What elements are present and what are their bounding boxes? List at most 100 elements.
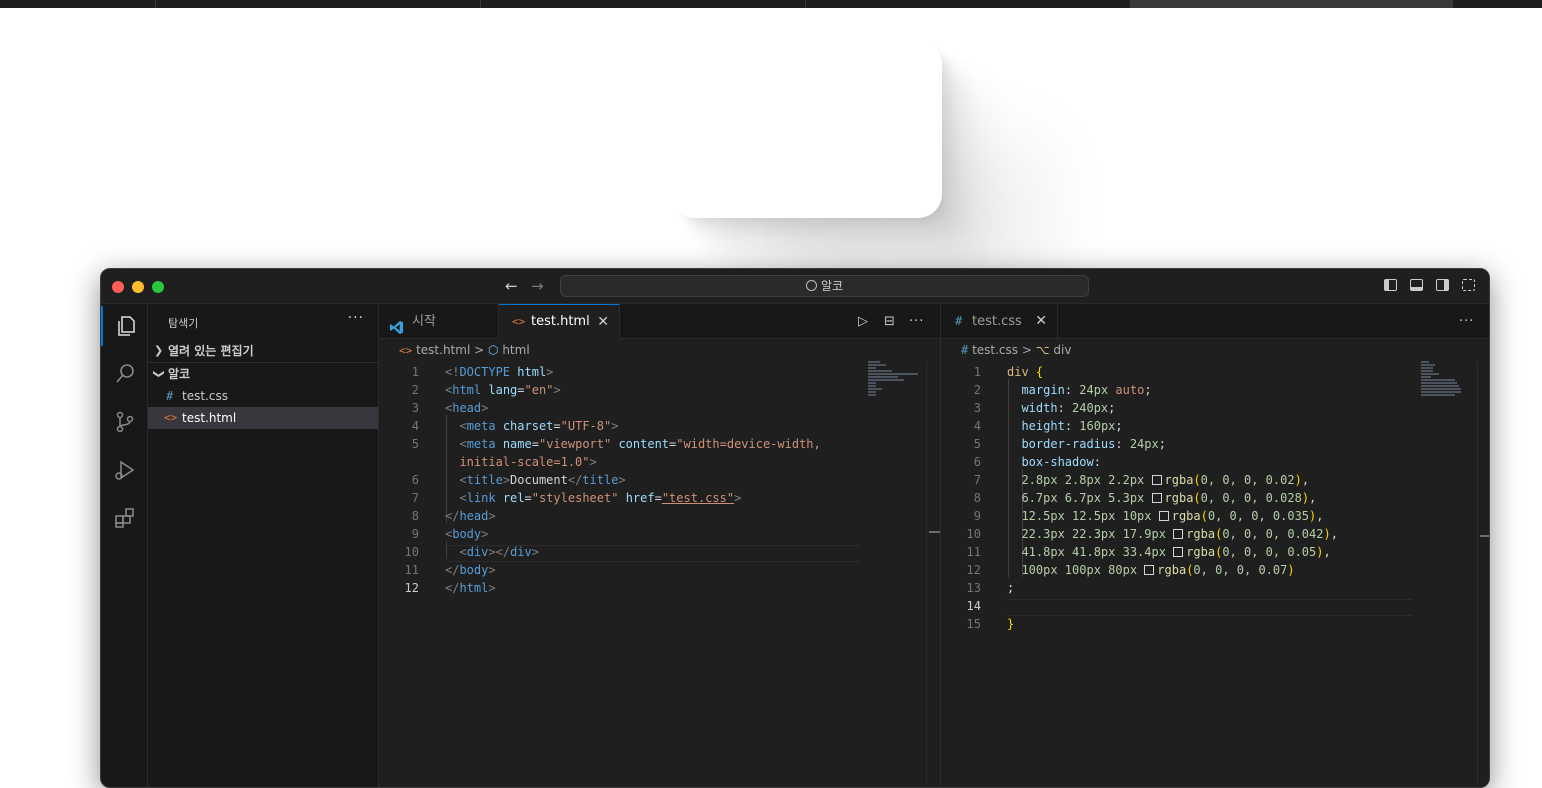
code-token: ,: [1323, 545, 1331, 559]
line-number: 7: [973, 473, 981, 487]
folder-section[interactable]: ❯ 알코: [148, 363, 378, 385]
maximize-window-button[interactable]: [152, 281, 164, 293]
command-center-label: 알코: [820, 279, 844, 293]
browser-tab-active[interactable]: [1130, 0, 1453, 8]
toggle-primary-sidebar-icon[interactable]: [1384, 279, 1397, 291]
run-icon[interactable]: ▷: [858, 304, 868, 339]
back-arrow-icon[interactable]: ←: [505, 277, 518, 295]
browser-tab-strip: [0, 0, 1542, 8]
code-token: >: [611, 419, 619, 433]
code-line[interactable]: initial-scale=1.0">: [445, 455, 596, 469]
code-token: 0, 0, 0, 0.035: [1207, 509, 1310, 523]
code-line[interactable]: <meta name="viewport" content="width=dev…: [445, 437, 820, 451]
code-token: 24px: [1079, 383, 1109, 397]
extensions-icon[interactable]: [101, 498, 148, 538]
code-line[interactable]: </html>: [445, 581, 496, 595]
code-line[interactable]: margin: 24px auto;: [1007, 383, 1151, 397]
code-token: >: [488, 581, 496, 595]
color-swatch-icon[interactable]: [1173, 529, 1184, 539]
code-line[interactable]: </head>: [445, 509, 496, 523]
code-line[interactable]: <meta charset="UTF-8">: [445, 419, 618, 433]
chevron-down-icon: ❯: [152, 369, 166, 379]
code-line[interactable]: height: 160px;: [1007, 419, 1122, 433]
code-line[interactable]: 22.3px 22.3px 17.9px rgba(0, 0, 0, 0.042…: [1007, 527, 1338, 541]
minimap[interactable]: [868, 361, 918, 397]
breadcrumb-symbol[interactable]: div: [1053, 343, 1071, 357]
code-line[interactable]: <head>: [445, 401, 488, 415]
breadcrumb-separator: >: [1021, 343, 1032, 357]
code-line[interactable]: div {: [1007, 365, 1043, 379]
code-line[interactable]: 12.5px 12.5px 10px rgba(0, 0, 0, 0.035),: [1007, 509, 1323, 523]
scroll-marker: [1480, 535, 1489, 537]
code-line[interactable]: 41.8px 41.8px 33.4px rgba(0, 0, 0, 0.05)…: [1007, 545, 1331, 559]
code-line[interactable]: <title>Document</title>: [445, 473, 625, 487]
run-debug-icon[interactable]: [101, 450, 148, 490]
customize-layout-icon[interactable]: [1462, 279, 1475, 291]
code-line[interactable]: 2.8px 2.8px 2.2px rgba(0, 0, 0, 0.02),: [1007, 473, 1309, 487]
toggle-secondary-sidebar-icon[interactable]: [1436, 279, 1449, 291]
color-swatch-icon[interactable]: [1158, 511, 1169, 521]
file-item-test-css[interactable]: # test.css: [148, 385, 378, 407]
css-file-icon: #: [955, 314, 963, 328]
split-editor-icon[interactable]: ⊟: [884, 304, 895, 339]
more-actions-icon[interactable]: ···: [909, 304, 924, 339]
code-line[interactable]: <body>: [445, 527, 488, 541]
vertical-scrollbar[interactable]: [926, 361, 941, 787]
tab-separator: [480, 0, 481, 8]
code-line[interactable]: 6.7px 6.7px 5.3px rgba(0, 0, 0, 0.028),: [1007, 491, 1316, 505]
code-line[interactable]: <div></div>: [445, 545, 539, 559]
breadcrumb-file[interactable]: test.html: [416, 343, 470, 357]
code-line[interactable]: </body>: [445, 563, 496, 577]
code-token: meta: [466, 419, 496, 433]
color-swatch-icon[interactable]: [1151, 493, 1162, 503]
code-line[interactable]: ;: [1007, 581, 1014, 595]
close-icon[interactable]: ✕: [597, 305, 609, 339]
breadcrumb-symbol[interactable]: html: [502, 343, 529, 357]
command-center-search[interactable]: 알코: [560, 275, 1089, 297]
code-token: >: [531, 545, 539, 559]
more-actions-icon[interactable]: ···: [348, 310, 364, 326]
more-actions-icon[interactable]: ···: [1459, 304, 1474, 339]
open-editors-label: 열려 있는 편집기: [168, 344, 254, 358]
tab-test-css[interactable]: # test.css ✕: [941, 304, 1058, 339]
explorer-icon[interactable]: [101, 306, 148, 346]
close-window-button[interactable]: [112, 281, 124, 293]
code-token: ></: [488, 545, 511, 559]
code-line[interactable]: width: 240px;: [1007, 401, 1115, 415]
code-token: border-radius: [1021, 437, 1116, 451]
code-token: =: [531, 437, 539, 451]
forward-arrow-icon[interactable]: →: [531, 277, 544, 295]
minimap[interactable]: [1421, 361, 1467, 397]
close-icon[interactable]: ✕: [1035, 304, 1047, 339]
code-line[interactable]: 100px 100px 80px rgba(0, 0, 0, 0.07): [1007, 563, 1294, 577]
code-line[interactable]: <link rel="stylesheet" href="test.css">: [445, 491, 741, 505]
code-line[interactable]: }: [1007, 617, 1014, 631]
search-icon[interactable]: [101, 354, 148, 394]
color-swatch-icon[interactable]: [1151, 475, 1162, 485]
code-token: >: [481, 527, 489, 541]
tab-test-html[interactable]: <> test.html ✕: [499, 304, 620, 339]
file-item-test-html[interactable]: <> test.html: [148, 407, 378, 429]
source-control-icon[interactable]: [101, 402, 148, 442]
line-number: 11: [966, 545, 981, 559]
code-line[interactable]: border-radius: 24px;: [1007, 437, 1166, 451]
line-number: 5: [411, 437, 419, 451]
code-token: rgba: [1186, 545, 1216, 559]
color-swatch-icon[interactable]: [1144, 565, 1155, 575]
current-line-highlight: [1007, 599, 1412, 616]
code-token: html: [459, 581, 489, 595]
tab-welcome[interactable]: 시작: [379, 304, 499, 339]
color-swatch-icon[interactable]: [1173, 547, 1184, 557]
minimize-window-button[interactable]: [132, 281, 144, 293]
vertical-scrollbar[interactable]: [1477, 361, 1489, 787]
code-line[interactable]: box-shadow:: [1007, 455, 1100, 469]
code-token: rgba: [1157, 563, 1187, 577]
breadcrumb-file[interactable]: test.css: [972, 343, 1018, 357]
code-line[interactable]: <html lang="en">: [445, 383, 561, 397]
code-line[interactable]: <!DOCTYPE html>: [445, 365, 553, 379]
toggle-panel-icon[interactable]: [1410, 279, 1423, 291]
open-editors-section[interactable]: ❯ 열려 있는 편집기: [148, 340, 378, 362]
